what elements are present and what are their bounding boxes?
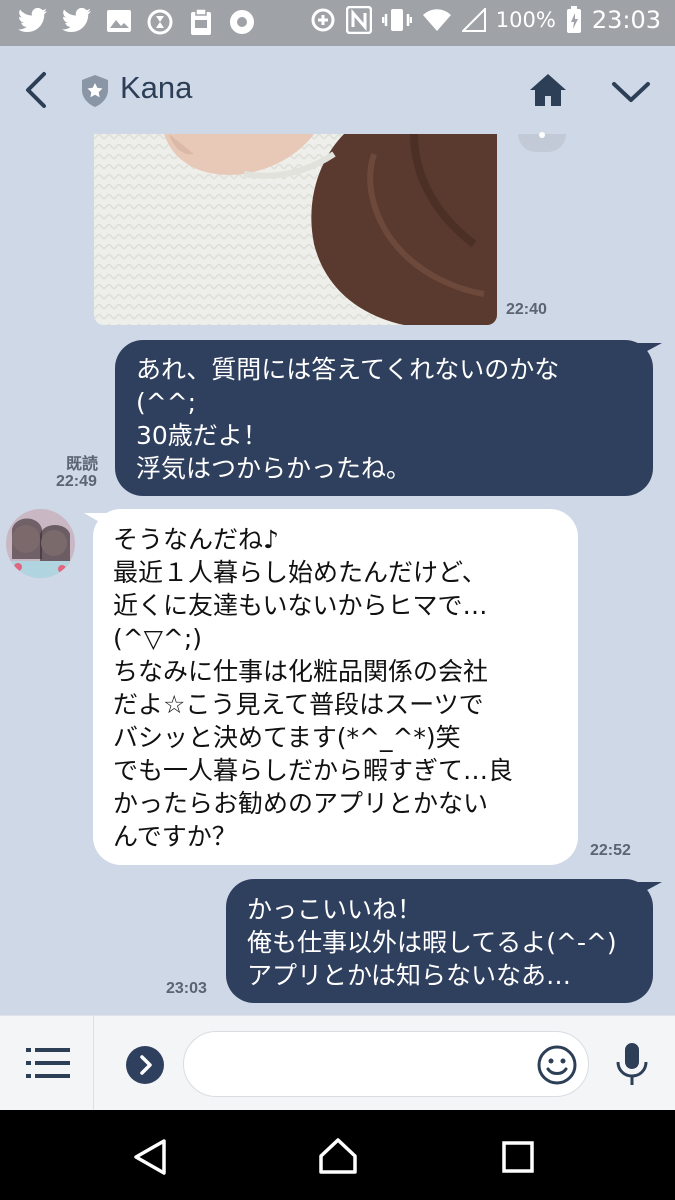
image-icon — [106, 8, 132, 36]
nav-back-button[interactable] — [132, 1138, 168, 1180]
shared-photo[interactable] — [94, 134, 497, 325]
signal-icon — [461, 8, 486, 32]
incoming-message-bubble[interactable]: そうなんだね♪ 最近１人暮らし始めたんだけど、 近くに友達もいないからヒマで… … — [93, 509, 578, 865]
bubble-tail — [84, 513, 108, 527]
twitter-icon — [18, 8, 48, 36]
divider — [93, 1016, 94, 1111]
chevron-down-icon — [612, 82, 650, 102]
message-time: 22:52 — [590, 842, 631, 859]
emoji-button[interactable] — [536, 1044, 578, 1090]
message-time: 22:40 — [506, 301, 547, 318]
system-nav-bar — [0, 1110, 675, 1200]
expand-button[interactable] — [126, 1046, 164, 1084]
bubble-tail — [636, 882, 662, 896]
menu-dropdown-button[interactable] — [610, 78, 652, 110]
input-bar — [0, 1015, 675, 1111]
battery-icon — [566, 6, 582, 34]
back-triangle-icon — [134, 1139, 166, 1175]
scroll-to-top-button[interactable] — [518, 132, 566, 152]
message-input[interactable] — [183, 1031, 589, 1097]
outgoing-message-bubble[interactable]: かっこいいね！ 俺も仕事以外は暇してるよ(^-^) アプリとかは知らないなあ… — [226, 879, 653, 1003]
status-bar: 100% 23:03 — [0, 0, 675, 46]
contact-avatar[interactable] — [6, 509, 75, 578]
chevron-right-icon — [140, 1055, 152, 1075]
microphone-icon — [616, 1043, 648, 1085]
smiley-icon — [537, 1045, 577, 1085]
settings-icon — [228, 8, 256, 36]
nav-recents-button[interactable] — [501, 1140, 535, 1178]
outgoing-message-bubble[interactable]: あれ、質問には答えてくれないのかな (^^; 30歳だよ！ 浮気はつからかったね… — [115, 340, 653, 496]
message-time: 23:03 — [166, 980, 207, 997]
chat-header: Kana — [0, 46, 675, 134]
message-time: 22:49 — [56, 473, 97, 490]
shield-icon — [80, 74, 110, 112]
home-button[interactable] — [528, 72, 568, 112]
vibrate-icon — [381, 7, 412, 33]
voice-button[interactable] — [614, 1042, 650, 1092]
list-icon — [26, 1048, 70, 1078]
home-icon — [530, 74, 566, 106]
back-button[interactable] — [18, 68, 58, 112]
battery-percent: 100% — [495, 8, 556, 32]
bubble-tail — [636, 343, 662, 357]
wifi-icon — [422, 8, 452, 32]
home-outline-icon — [319, 1138, 357, 1174]
nfc-icon — [345, 6, 372, 34]
square-icon — [502, 1141, 534, 1173]
read-receipt: 既読 — [66, 454, 99, 473]
menu-button[interactable] — [26, 1046, 70, 1084]
hourglass-icon — [146, 8, 174, 36]
back-icon — [26, 72, 46, 108]
chat-title: Kana — [120, 70, 193, 105]
data-saver-icon — [310, 7, 336, 33]
twitter-icon — [62, 8, 92, 36]
status-time: 23:03 — [591, 6, 661, 34]
clipboard-icon — [188, 8, 214, 36]
nav-home-button[interactable] — [318, 1137, 358, 1179]
